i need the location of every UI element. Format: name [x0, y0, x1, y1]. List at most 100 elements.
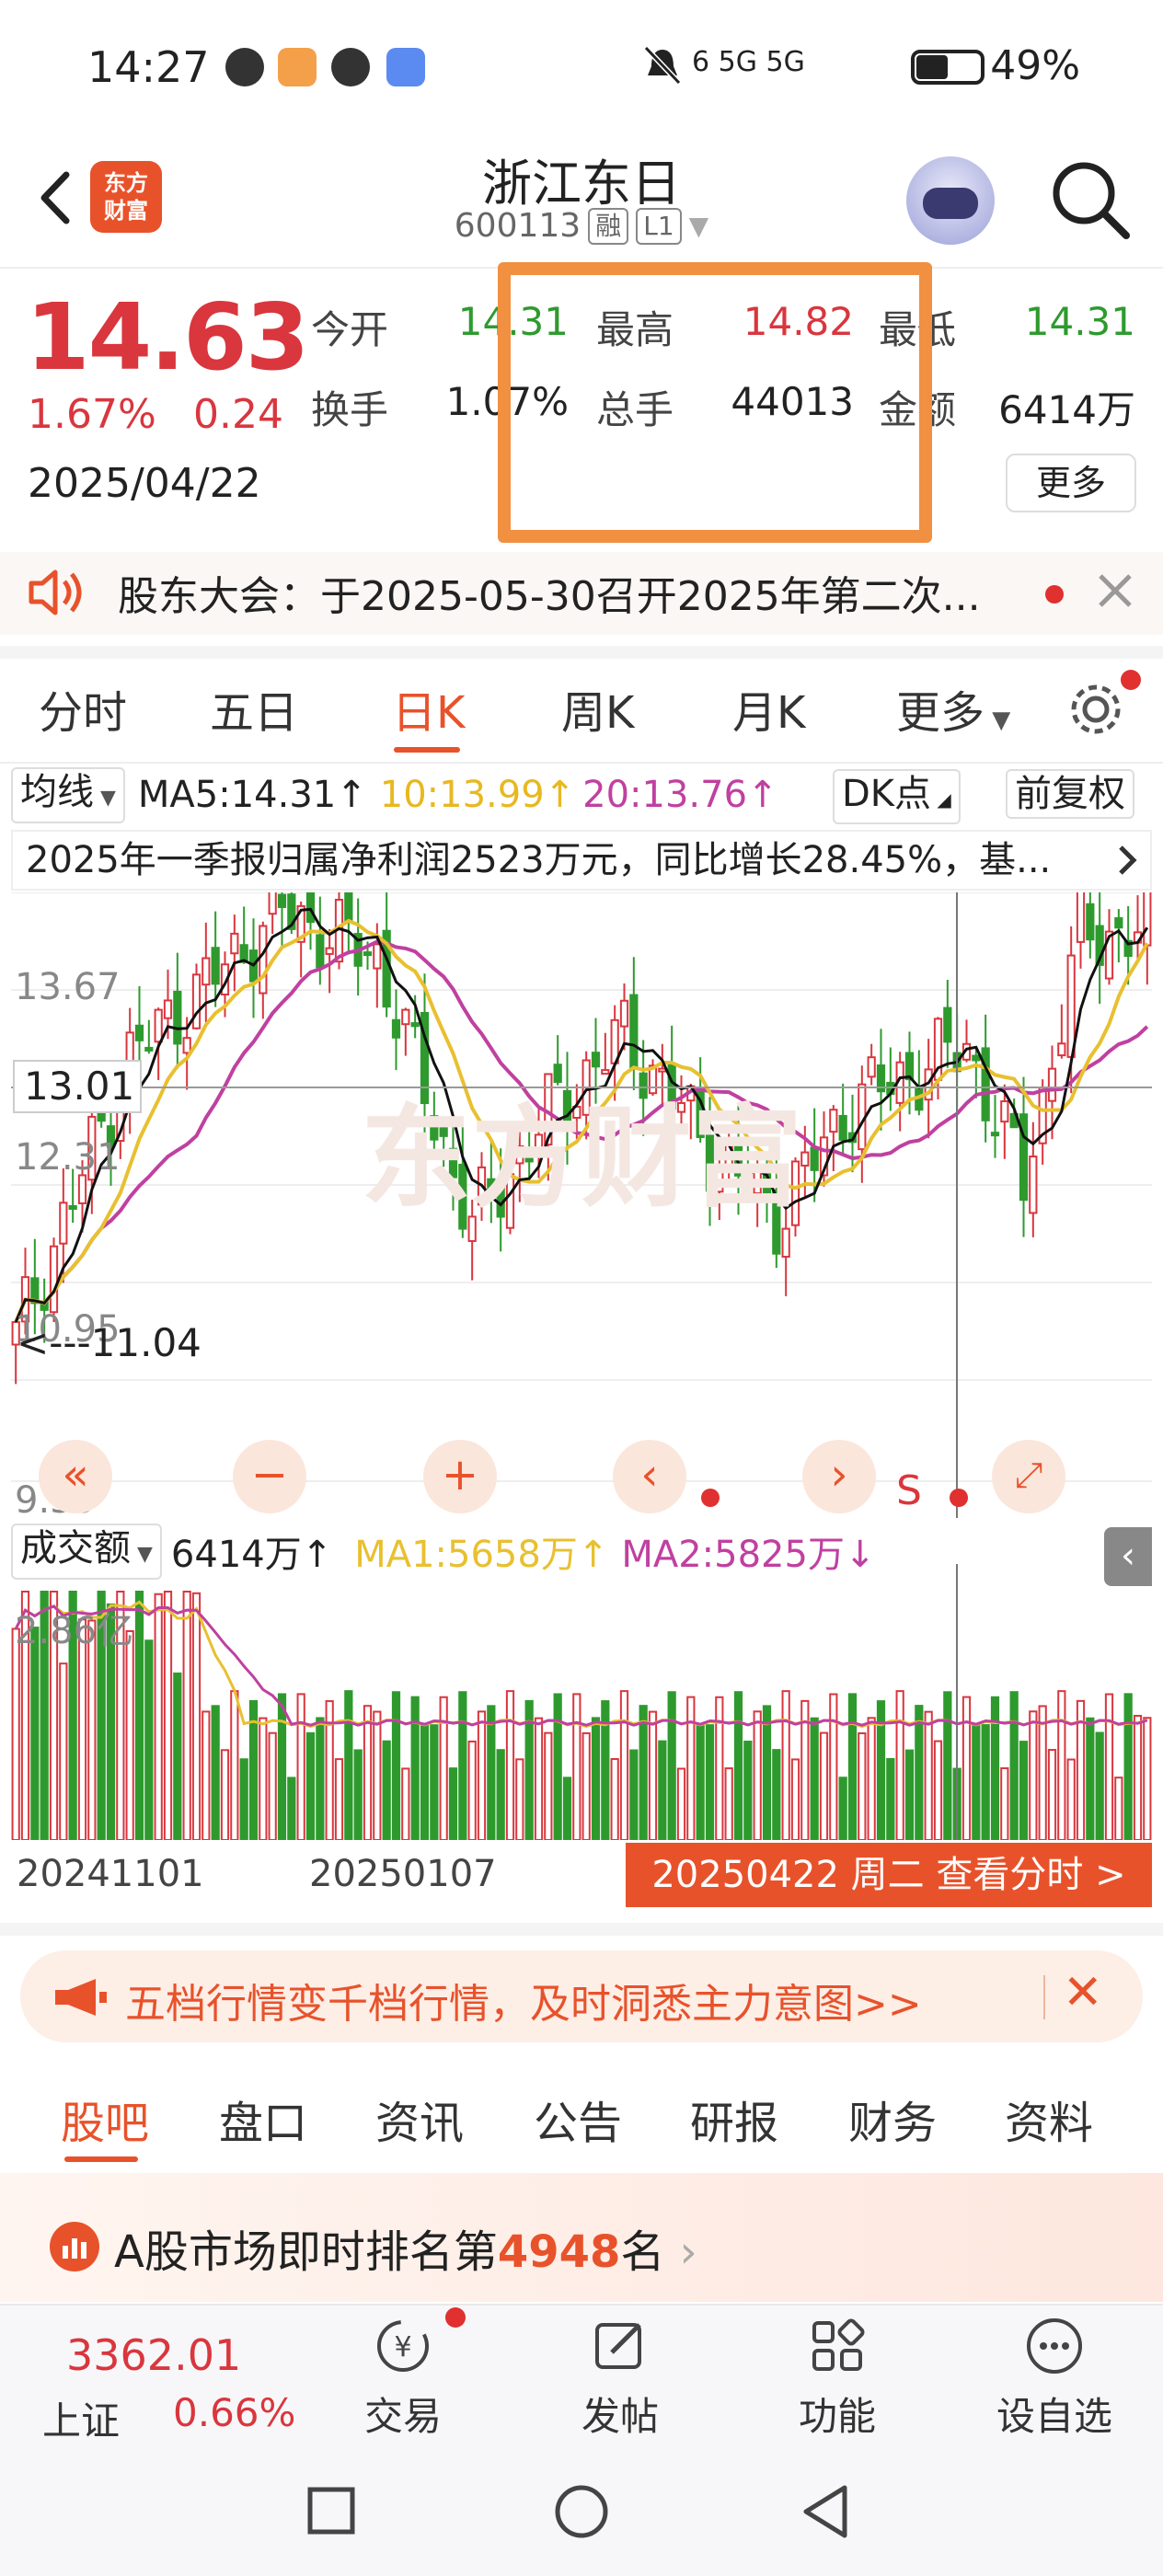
tab-intraday[interactable]: 分时 — [39, 676, 127, 741]
prev-icon[interactable]: ‹ — [613, 1440, 686, 1513]
candle-body — [259, 925, 268, 995]
fullscreen-icon[interactable]: ⤢ — [992, 1440, 1065, 1513]
turnover-label: 换手 — [311, 387, 389, 432]
volume-bar — [686, 1696, 696, 1840]
candle-body — [972, 1054, 981, 1062]
volume-bar — [753, 1710, 762, 1840]
candle-body — [268, 892, 277, 915]
kline-chart[interactable]: 东方财富 — [11, 892, 1152, 1518]
volume-ymax-label: 2.86亿 — [15, 1610, 134, 1652]
volume-bar — [743, 1741, 753, 1840]
volume-chart[interactable] — [11, 1564, 1152, 1840]
adjust-button[interactable]: 前复权 — [1006, 769, 1134, 819]
volume-selector-label: 成交额 — [20, 1526, 131, 1570]
volume-bar — [268, 1731, 277, 1840]
volume-bar — [696, 1724, 705, 1840]
volume-bar — [420, 1724, 430, 1840]
volume-bar — [505, 1690, 515, 1840]
zoom-in-icon[interactable]: + — [423, 1440, 497, 1513]
index-value[interactable]: 3362.01 — [66, 2330, 241, 2380]
promo-close-icon[interactable]: ✕ — [1063, 1965, 1103, 2020]
recent-apps-icon[interactable] — [306, 2486, 356, 2536]
change-percent: 1.67% — [28, 391, 156, 438]
current-price: 14.63 — [26, 283, 309, 391]
tab-financials[interactable]: 财务 — [848, 2087, 937, 2151]
volume-bar — [790, 1758, 800, 1840]
assistant-avatar[interactable] — [906, 156, 995, 245]
report-banner[interactable]: 2025年一季报归属净利润2523万元，同比增长28.45%，基... — [11, 830, 1152, 891]
volume-bar — [1019, 1741, 1029, 1840]
promo-text[interactable]: 五档行情变千档行情，及时洞悉主力意图>> — [125, 1971, 922, 2030]
ma-selector[interactable]: 均线 ▼ — [11, 766, 125, 823]
tab-news[interactable]: 资讯 — [375, 2087, 464, 2151]
volume-bar — [1066, 1758, 1076, 1840]
tab-announcements[interactable]: 公告 — [534, 2087, 622, 2151]
nav-functions-label: 功能 — [798, 2394, 876, 2439]
network-indicator: 6 5G 5G — [692, 46, 805, 78]
tab-five-day[interactable]: 五日 — [210, 676, 298, 741]
index-change-percent[interactable]: 0.66% — [173, 2390, 295, 2435]
candle-body — [211, 947, 220, 985]
tab-more[interactable]: 更多 ▼ — [896, 676, 1010, 741]
view-intraday-button[interactable]: 20250422 周二 查看分时 > — [626, 1843, 1152, 1907]
next-icon[interactable]: › — [802, 1440, 876, 1513]
nav-post[interactable]: 发帖 — [547, 2314, 694, 2442]
zoom-out-icon[interactable]: − — [233, 1440, 306, 1513]
candle-body — [134, 1024, 144, 1041]
watermark: 东方财富 — [361, 1095, 802, 1223]
close-icon[interactable] — [1095, 570, 1135, 611]
candle-body — [391, 1018, 401, 1039]
volume-bar — [676, 1767, 686, 1840]
volume-bar — [11, 1627, 20, 1840]
index-name[interactable]: 上证 — [42, 2390, 120, 2446]
volume-bar — [819, 1731, 829, 1840]
date-axis-start: 20241101 — [17, 1853, 204, 1895]
more-quote-button[interactable]: 更多 — [1006, 454, 1136, 512]
candle-body — [867, 1056, 876, 1078]
nav-watchlist[interactable]: 设自选 — [981, 2314, 1128, 2442]
dk-point-button[interactable]: DK点 ◢ — [833, 769, 961, 824]
volume-bar — [924, 1710, 933, 1840]
candle-body — [202, 957, 211, 986]
settings-gear-icon[interactable] — [1065, 679, 1126, 740]
volume-bar — [401, 1767, 410, 1840]
chevron-right-icon[interactable] — [1113, 842, 1141, 879]
candle-body — [1057, 1042, 1066, 1057]
volume-bar — [915, 1705, 924, 1840]
grid-icon — [805, 2314, 869, 2378]
volume-bar — [591, 1717, 601, 1840]
volume-bar — [259, 1717, 268, 1840]
tab-forum[interactable]: 股吧 — [61, 2087, 149, 2151]
nav-functions[interactable]: 功能 — [764, 2314, 911, 2442]
home-icon[interactable] — [554, 2484, 609, 2539]
volume-bar — [847, 1693, 858, 1840]
volume-bar — [961, 1696, 972, 1840]
back-nav-icon[interactable] — [800, 2484, 852, 2539]
candle-body — [277, 893, 287, 908]
dk-point-label: DK点 — [842, 773, 932, 815]
volume-bar — [715, 1696, 724, 1840]
search-icon[interactable] — [1049, 158, 1132, 241]
volume-bar — [1009, 1691, 1019, 1840]
tab-research[interactable]: 研报 — [690, 2087, 778, 2151]
candle-body — [591, 1052, 601, 1068]
section-gap-2 — [0, 1923, 1163, 1936]
volume-bar — [144, 1639, 154, 1840]
candle-body — [1047, 1067, 1057, 1102]
wechat-icon — [331, 48, 370, 86]
volume-bar — [1114, 1777, 1123, 1840]
tab-daily-k[interactable]: 日K — [392, 676, 465, 741]
tab-weekly-k[interactable]: 周K — [561, 676, 634, 741]
tab-profile[interactable]: 资料 — [1005, 2087, 1093, 2151]
volume-bar — [895, 1690, 904, 1840]
volume-bar — [515, 1758, 524, 1840]
rewind-icon[interactable]: « — [39, 1440, 112, 1513]
tab-monthly-k[interactable]: 月K — [732, 676, 805, 741]
candle-body — [1143, 892, 1152, 947]
report-text: 2025年一季报归属净利润2523万元，同比增长28.45%，基... — [26, 839, 1052, 881]
notice-text[interactable]: 股东大会：于2025-05-30召开2025年第二次... — [118, 563, 981, 622]
nav-trade[interactable]: ¥ 交易 — [329, 2314, 477, 2442]
tab-order-book[interactable]: 盘口 — [219, 2087, 307, 2151]
candle-body — [410, 1022, 420, 1028]
nav-trade-label: 交易 — [363, 2394, 442, 2439]
